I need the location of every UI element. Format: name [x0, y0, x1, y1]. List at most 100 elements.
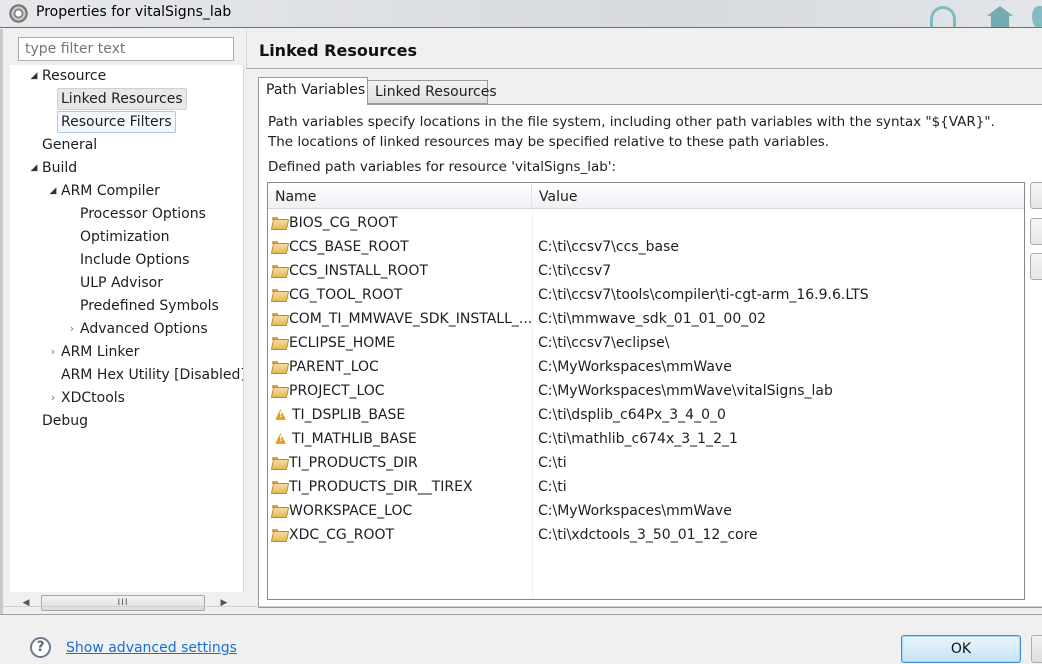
collapse-arrow-icon[interactable]: ◢ [47, 180, 59, 202]
variable-name: PROJECT_LOC [289, 383, 385, 399]
folder-icon [272, 289, 287, 300]
column-header-value[interactable]: Value [532, 183, 1024, 209]
folder-icon [272, 313, 287, 324]
variable-value-cell: C:\ti\ccsv7\eclipse\ [538, 335, 670, 351]
page-header: Linked Resources [246, 29, 1042, 69]
ok-button[interactable]: OK [901, 635, 1021, 663]
tree-item[interactable]: ULP Advisor [80, 272, 163, 294]
folder-icon [272, 505, 287, 516]
defined-variables-label: Defined path variables for resource 'vit… [268, 159, 617, 175]
table-row[interactable]: PARENT_LOC C:\MyWorkspaces\mmWave [268, 355, 1024, 379]
tree-item-label: ARM Compiler [61, 183, 160, 199]
variable-name-cell: TI_PRODUCTS_DIR [272, 451, 418, 475]
tree-item[interactable]: › ARM Linker [51, 341, 140, 363]
tree-item[interactable]: › Advanced Options [70, 318, 208, 340]
tree-item[interactable]: Optimization [80, 226, 170, 248]
tree-item[interactable]: ◢ Build [31, 157, 78, 179]
folder-icon [272, 265, 287, 276]
table-row[interactable]: TI_PRODUCTS_DIR C:\ti [268, 451, 1024, 475]
tree-item[interactable]: ◢ Resource [31, 65, 107, 87]
tree-item[interactable]: General [42, 134, 97, 156]
variable-name: TI_PRODUCTS_DIR [289, 455, 418, 471]
table-row[interactable]: CCS_BASE_ROOT C:\ti\ccsv7\ccs_base [268, 235, 1024, 259]
table-row[interactable]: TI_PRODUCTS_DIR__TIREX C:\ti [268, 475, 1024, 499]
variable-value-cell: C:\ti\ccsv7\tools\compiler\ti-cgt-arm_16… [538, 287, 869, 303]
tree-item-label: General [42, 137, 98, 153]
table-row[interactable]: ECLIPSE_HOME C:\ti\ccsv7\eclipse\ [268, 331, 1024, 355]
variable-name-cell: TI_MATHLIB_BASE [272, 427, 417, 451]
variable-name: ECLIPSE_HOME [289, 335, 396, 351]
scroll-right-arrow-icon[interactable]: ▶ [217, 597, 231, 609]
remove-variable-button[interactable] [1030, 253, 1042, 280]
background-home-icon [987, 6, 1013, 28]
collapse-arrow-icon[interactable]: ◢ [28, 65, 40, 87]
edit-variable-button[interactable] [1030, 218, 1042, 245]
variable-name: XDC_CG_ROOT [289, 527, 395, 543]
variable-name-cell: TI_PRODUCTS_DIR__TIREX [272, 475, 473, 499]
tree-item[interactable]: ◢ ARM Compiler [50, 180, 160, 202]
folder-icon [272, 241, 287, 252]
folder-icon [272, 385, 287, 396]
variable-name: TI_DSPLIB_BASE [292, 407, 406, 423]
tree-item-label: Predefined Symbols [80, 298, 219, 314]
tree-item[interactable]: Include Options [80, 249, 189, 271]
tree-item-label: Build [42, 160, 78, 176]
path-variables-table[interactable]: Name Value BIOS_CG_ROOT CCS_BASE_ROOT C:\t… [267, 182, 1025, 600]
tree-item[interactable]: Resource Filters [57, 111, 176, 133]
help-icon[interactable]: ? [30, 637, 51, 658]
variable-name: CG_TOOL_ROOT [289, 287, 403, 303]
scroll-thumb[interactable]: III [41, 595, 205, 611]
table-row[interactable]: BIOS_CG_ROOT [268, 211, 1024, 235]
expand-arrow-icon[interactable]: › [47, 341, 59, 363]
folder-icon [272, 217, 287, 228]
tree-item[interactable]: ARM Hex Utility [Disabled] [61, 364, 244, 386]
table-row[interactable]: COM_TI_MMWAVE_SDK_INSTALL_... C:\ti\mmwav… [268, 307, 1024, 331]
variable-value-cell: C:\ti\mmwave_sdk_01_01_00_02 [538, 311, 767, 327]
variable-value-cell: C:\MyWorkspaces\mmWave [538, 503, 732, 519]
collapse-arrow-icon[interactable]: ◢ [28, 157, 40, 179]
tab-linked-resources[interactable]: Linked Resources [368, 80, 497, 104]
variable-name: CCS_INSTALL_ROOT [289, 263, 428, 279]
variable-name: PARENT_LOC [289, 359, 379, 375]
variable-value-cell: C:\ti [538, 455, 567, 471]
tree-item[interactable]: Debug [42, 410, 88, 432]
variable-name: CCS_BASE_ROOT [289, 239, 409, 255]
folder-icon [272, 361, 287, 372]
tree-item[interactable]: Linked Resources [57, 88, 187, 110]
tree-item[interactable]: Processor Options [80, 203, 206, 225]
property-tree: ◢ Resource Linked Resources Resource Filter… [10, 65, 244, 592]
filter-input[interactable] [18, 37, 234, 61]
variable-name-cell: ECLIPSE_HOME [272, 331, 395, 355]
expand-arrow-icon[interactable]: › [47, 387, 59, 409]
table-row[interactable]: WORKSPACE_LOC C:\MyWorkspaces\mmWave [268, 499, 1024, 523]
new-variable-button[interactable] [1030, 182, 1042, 209]
table-row[interactable]: XDC_CG_ROOT C:\ti\xdctools_3_50_01_12_cor… [268, 523, 1024, 547]
tree-item-label: Debug [42, 413, 89, 429]
tree-item-label: ARM Hex Utility [Disabled] [61, 367, 244, 383]
table-row[interactable]: PROJECT_LOC C:\MyWorkspaces\mmWave\vitalS… [268, 379, 1024, 403]
tab-path-variables[interactable]: Path Variables [258, 77, 368, 105]
expand-arrow-icon[interactable]: › [66, 318, 78, 340]
folder-icon [272, 481, 287, 492]
tree-item[interactable]: › XDCtools [51, 387, 125, 409]
tree-item-label: ULP Advisor [80, 275, 163, 291]
scroll-left-arrow-icon[interactable]: ◀ [19, 597, 33, 609]
folder-icon [272, 529, 287, 540]
show-advanced-settings-link[interactable]: Show advanced settings [66, 640, 237, 656]
variable-name-cell: TI_DSPLIB_BASE [272, 403, 405, 427]
background-app-icon [1032, 6, 1042, 28]
cancel-button[interactable] [1031, 635, 1042, 663]
variable-name-cell: WORKSPACE_LOC [272, 499, 412, 523]
table-row[interactable]: TI_DSPLIB_BASE C:\ti\dsplib_c64Px_3_4_0_0 [268, 403, 1024, 427]
table-row[interactable]: CCS_INSTALL_ROOT C:\ti\ccsv7 [268, 259, 1024, 283]
table-row[interactable]: CG_TOOL_ROOT C:\ti\ccsv7\tools\compiler\t… [268, 283, 1024, 307]
variable-name-cell: CG_TOOL_ROOT [272, 283, 402, 307]
variable-value-cell: C:\ti\xdctools_3_50_01_12_core [538, 527, 758, 543]
tree-item[interactable]: Predefined Symbols [80, 295, 219, 317]
table-row[interactable]: TI_MATHLIB_BASE C:\ti\mathlib_c674x_3_1_2… [268, 427, 1024, 451]
variable-name-cell: CCS_INSTALL_ROOT [272, 259, 428, 283]
tree-horizontal-scrollbar[interactable]: ◀ III ▶ [17, 594, 234, 612]
tab-content: Path variables specify locations in the … [258, 104, 1042, 608]
column-header-name[interactable]: Name [268, 183, 532, 209]
description-line-1: Path variables specify locations in the … [268, 114, 995, 130]
